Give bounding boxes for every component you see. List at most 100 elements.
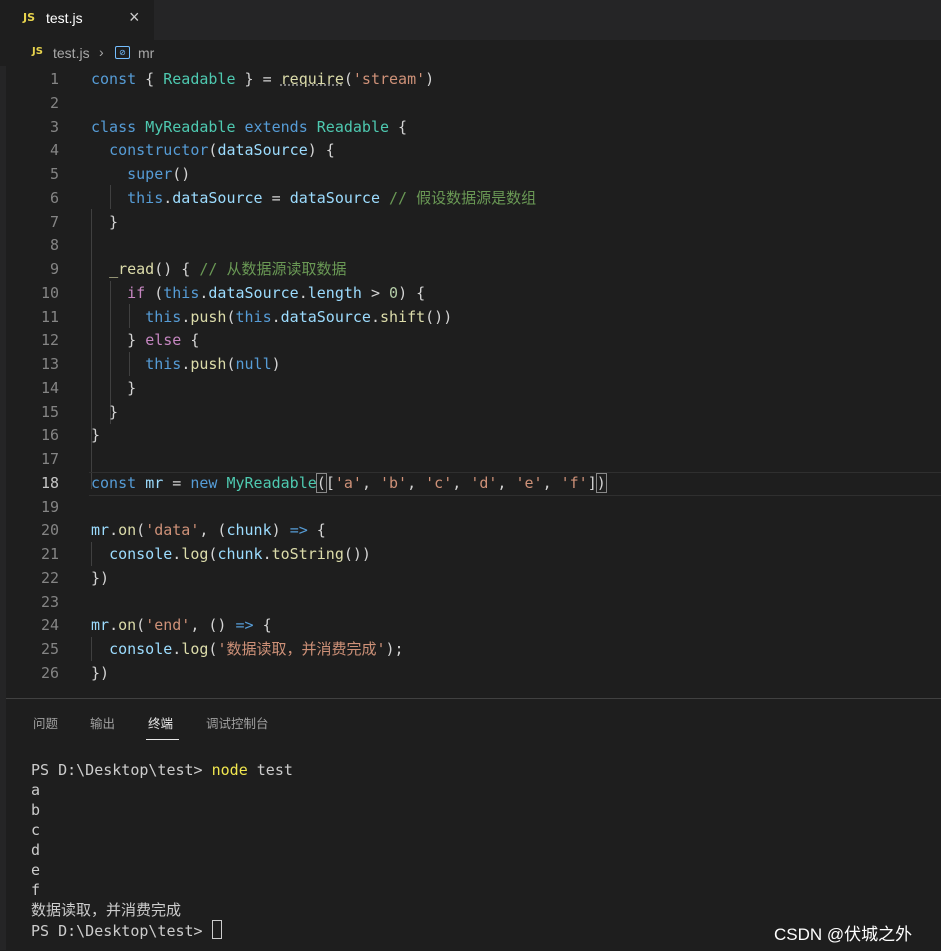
code-text: } bbox=[91, 378, 137, 397]
terminal-output-line: f bbox=[31, 881, 41, 899]
terminal-cursor bbox=[211, 920, 222, 939]
code-line: 14 } bbox=[6, 377, 941, 401]
terminal-prompt: PS D:\Desktop\test> bbox=[31, 761, 203, 779]
line-number: 25 bbox=[40, 640, 59, 658]
line-number: 19 bbox=[40, 497, 59, 516]
js-file-icon: JS bbox=[23, 11, 36, 24]
line-number: 20 bbox=[40, 521, 59, 540]
line-number: 7 bbox=[49, 212, 59, 231]
code-line: 25 console.log('数据读取，并消费完成'); bbox=[6, 638, 941, 662]
line-number: 14 bbox=[40, 378, 59, 397]
breadcrumb-symbol[interactable]: mr bbox=[138, 45, 154, 61]
tab-problems[interactable]: 问题 bbox=[33, 713, 58, 732]
line-number: 24 bbox=[40, 616, 59, 635]
terminal-command-line: PS D:\Desktop\test> node test bbox=[31, 760, 293, 780]
code-text: const mr = new MyReadable(['a', 'b', 'c'… bbox=[91, 472, 607, 493]
code-line: 9 _read() { // 从数据源读取数据 bbox=[6, 258, 941, 282]
code-line: 7 } bbox=[6, 211, 941, 235]
tab-bar: JS test.js × bbox=[0, 0, 941, 40]
close-icon[interactable]: × bbox=[129, 7, 140, 28]
code-line: 11 this.push(this.dataSource.shift()) bbox=[6, 306, 941, 330]
code-line: 19 bbox=[6, 496, 941, 520]
terminal-output-line: b bbox=[31, 801, 41, 819]
code-text: this.push(this.dataSource.shift()) bbox=[145, 307, 453, 326]
line-number: 1 bbox=[49, 70, 59, 88]
line-number: 15 bbox=[40, 402, 59, 421]
terminal-output-line: 数据读取，并消费完成 bbox=[31, 901, 182, 919]
terminal-input-line[interactable]: PS D:\Desktop\test> bbox=[31, 920, 222, 941]
terminal-argument: test bbox=[256, 761, 293, 779]
code-text: constructor(dataSource) { bbox=[109, 141, 335, 160]
code-text: mr.on('end', () => { bbox=[91, 616, 272, 635]
code-text: super() bbox=[127, 165, 191, 183]
tab-debug-console[interactable]: 调试控制台 bbox=[206, 713, 269, 732]
code-text: const { Readable } = require('stream') bbox=[91, 70, 435, 88]
code-line: 2 bbox=[6, 92, 941, 116]
breadcrumb-file[interactable]: test.js bbox=[53, 45, 90, 61]
code-line: 13 this.push(null) bbox=[6, 353, 941, 377]
terminal-output-line: c bbox=[31, 821, 41, 839]
code-line: 15 } bbox=[6, 401, 941, 425]
code-line: 10 if (this.dataSource.length > 0) { bbox=[6, 282, 941, 306]
code-text: this.push(null) bbox=[145, 355, 281, 373]
bottom-panel: 问题 输出 终端 调试控制台 PS D:\Desktop\test> node … bbox=[6, 698, 941, 951]
terminal-prompt: PS D:\Desktop\test> bbox=[31, 922, 203, 940]
terminal-output-line: d bbox=[31, 841, 41, 859]
code-text: console.log(chunk.toString()) bbox=[109, 545, 371, 563]
line-number: 9 bbox=[49, 260, 59, 278]
code-text: class MyReadable extends Readable { bbox=[91, 117, 408, 136]
tab-output[interactable]: 输出 bbox=[90, 713, 115, 732]
terminal-output-line: e bbox=[31, 861, 41, 879]
line-number: 11 bbox=[40, 307, 59, 326]
code-line: 17 bbox=[6, 448, 941, 472]
code-text: }) bbox=[91, 568, 110, 587]
code-line: 8 bbox=[6, 234, 941, 258]
js-file-icon: JS bbox=[32, 46, 43, 57]
code-line: 16 } bbox=[6, 424, 941, 448]
code-line-current: 18 const mr = new MyReadable(['a', 'b', … bbox=[6, 471, 941, 496]
code-text: }) bbox=[91, 663, 110, 682]
terminal-command: node bbox=[211, 761, 248, 779]
code-line: 4 constructor(dataSource) { bbox=[6, 139, 941, 163]
code-text: } bbox=[91, 402, 119, 421]
breadcrumb: JS test.js › ⊘ mr bbox=[0, 40, 941, 66]
code-text: mr.on('data', (chunk) => { bbox=[91, 521, 326, 540]
code-line: 5 super() bbox=[6, 163, 941, 187]
code-line: 1 const { Readable } = require('stream') bbox=[6, 68, 941, 92]
code-line: 6 this.dataSource = dataSource // 假设数据源是… bbox=[6, 187, 941, 211]
terminal-output-line: a bbox=[31, 781, 41, 799]
line-number: 12 bbox=[40, 331, 59, 350]
code-line: 21 console.log(chunk.toString()) bbox=[6, 543, 941, 567]
line-number: 16 bbox=[40, 426, 59, 445]
code-editor[interactable]: 1 const { Readable } = require('stream')… bbox=[6, 66, 941, 698]
chevron-right-icon: › bbox=[99, 44, 104, 60]
line-number: 22 bbox=[40, 568, 59, 587]
line-number: 4 bbox=[49, 141, 59, 160]
code-text: } bbox=[91, 426, 101, 445]
line-number: 21 bbox=[40, 545, 59, 563]
tab-test-js[interactable]: JS test.js × bbox=[0, 0, 154, 40]
code-line: 20 mr.on('data', (chunk) => { bbox=[6, 519, 941, 543]
code-line: 3 class MyReadable extends Readable { bbox=[6, 116, 941, 140]
code-text: this.dataSource = dataSource // 假设数据源是数组 bbox=[127, 188, 537, 207]
active-tab-indicator bbox=[146, 739, 179, 740]
line-number: 2 bbox=[49, 93, 59, 112]
code-text: } else { bbox=[91, 331, 200, 350]
code-line: 12 } else { bbox=[6, 329, 941, 353]
variable-symbol-icon: ⊘ bbox=[115, 46, 130, 59]
watermark: CSDN @伏城之外 bbox=[774, 925, 913, 944]
line-number: 6 bbox=[49, 188, 59, 207]
line-number: 18 bbox=[40, 473, 59, 492]
code-line: 23 bbox=[6, 591, 941, 615]
line-number: 13 bbox=[40, 355, 59, 373]
code-text: if (this.dataSource.length > 0) { bbox=[127, 283, 426, 302]
tab-title: test.js bbox=[46, 10, 83, 26]
code-text: } bbox=[91, 212, 119, 231]
line-number: 3 bbox=[49, 117, 59, 136]
line-number: 23 bbox=[40, 592, 59, 611]
tab-terminal[interactable]: 终端 bbox=[148, 713, 173, 732]
line-number: 5 bbox=[49, 165, 59, 183]
line-number: 17 bbox=[40, 450, 59, 468]
line-number: 10 bbox=[40, 283, 59, 302]
code-line: 26 }) bbox=[6, 662, 941, 686]
